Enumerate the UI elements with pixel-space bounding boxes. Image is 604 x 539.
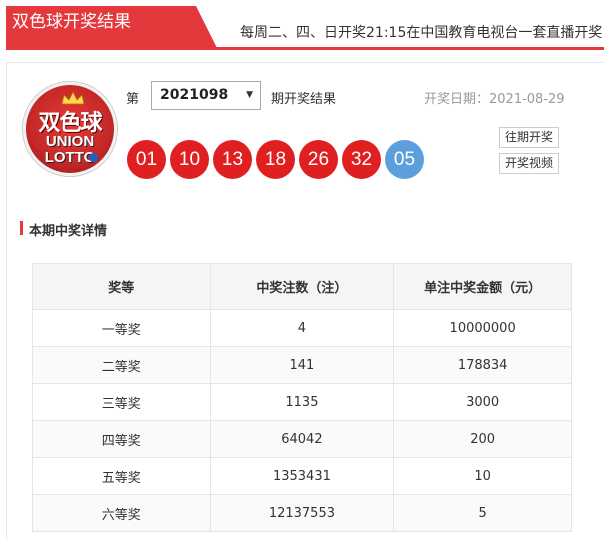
prize-amount: 10000000 [393, 309, 572, 347]
prize-tier: 三等奖 [32, 383, 211, 421]
chevron-down-icon: ▼ [246, 90, 253, 100]
table-row: 一等奖 4 10000000 [32, 309, 572, 347]
prize-amount: 200 [393, 420, 572, 458]
logo-blue-dot [89, 153, 98, 162]
prize-amount: 3000 [393, 383, 572, 421]
red-ball-4: 18 [256, 140, 295, 179]
section-marker [20, 221, 23, 235]
prize-tier: 六等奖 [32, 494, 211, 532]
winner-count: 1135 [209, 383, 395, 421]
prize-amount: 5 [393, 494, 572, 532]
table-header-row: 奖等 中奖注数（注） 单注中奖金额（元） [32, 263, 572, 310]
winner-count: 1353431 [209, 457, 395, 495]
issue-prefix: 第 [126, 92, 140, 107]
issue-select[interactable]: 2021098 ▼ [151, 81, 261, 110]
prize-table: 奖等 中奖注数（注） 单注中奖金额（元） 一等奖 4 10000000 二等奖 … [32, 263, 572, 532]
header-underline [6, 47, 604, 50]
red-ball-3: 13 [213, 140, 252, 179]
header-bar: 双色球开奖结果 每周二、四、日开奖21:15在中国教育电视台一套直播开奖 [0, 0, 604, 50]
union-lotto-logo: 双色球 UNION LOTTO [23, 82, 117, 176]
table-row: 五等奖 1353431 10 [32, 457, 572, 495]
prize-amount: 10 [393, 457, 572, 495]
prize-tier: 二等奖 [32, 346, 211, 384]
issue-select-value: 2021098 [160, 87, 229, 103]
prize-tier: 四等奖 [32, 420, 211, 458]
winner-count: 64042 [209, 420, 395, 458]
red-ball-5: 26 [299, 140, 338, 179]
broadcast-info: 每周二、四、日开奖21:15在中国教育电视台一套直播开奖 [240, 25, 603, 41]
draw-video-button[interactable]: 开奖视频 [499, 153, 559, 174]
blue-ball: 05 [385, 140, 424, 179]
red-ball-1: 01 [127, 140, 166, 179]
table-row: 二等奖 141 178834 [32, 346, 572, 384]
prize-tier: 一等奖 [32, 309, 211, 347]
prize-tier: 五等奖 [32, 457, 211, 495]
table-row: 四等奖 64042 200 [32, 420, 572, 458]
draw-date: 开奖日期：2021-08-29 [424, 92, 565, 107]
red-ball-2: 10 [170, 140, 209, 179]
history-draws-button[interactable]: 往期开奖 [499, 127, 559, 148]
table-row: 六等奖 12137553 5 [32, 494, 572, 532]
column-header-winners: 中奖注数（注） [209, 263, 395, 310]
logo-text-union: UNION [45, 133, 95, 150]
page-title: 双色球开奖结果 [12, 12, 131, 32]
logo-text-lotto: LOTTO [44, 149, 96, 166]
issue-suffix: 期开奖结果 [271, 92, 337, 107]
winner-count: 4 [209, 309, 395, 347]
column-header-amount: 单注中奖金额（元） [393, 263, 572, 310]
winner-count: 12137553 [209, 494, 395, 532]
prize-amount: 178834 [393, 346, 572, 384]
winner-count: 141 [209, 346, 395, 384]
red-ball-6: 32 [342, 140, 381, 179]
table-row: 三等奖 1135 3000 [32, 383, 572, 421]
section-title: 本期中奖详情 [29, 224, 108, 239]
crown-icon [61, 91, 85, 105]
column-header-tier: 奖等 [32, 263, 211, 310]
